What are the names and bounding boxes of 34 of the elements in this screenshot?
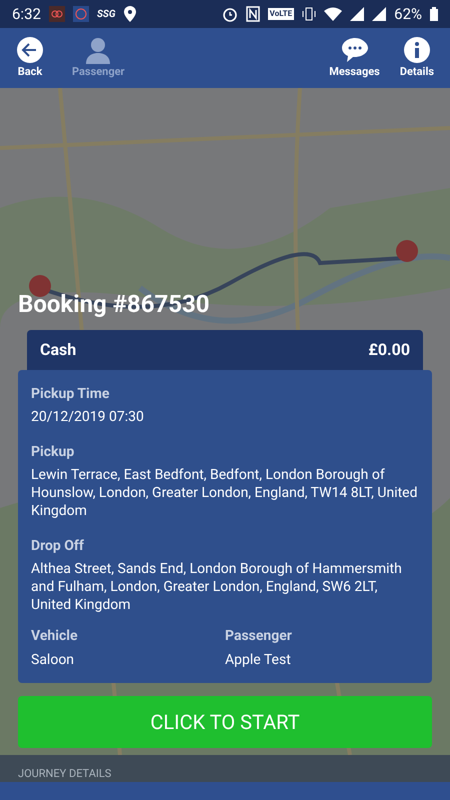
toolbar-button[interactable]: Details <box>396 36 438 80</box>
field-value: Apple Test <box>225 651 292 670</box>
alarm-icon <box>222 6 238 22</box>
field-value: 20/12/2019 07:30 <box>31 408 145 426</box>
field-label: Passenger <box>225 627 293 646</box>
payment-method: Cash <box>40 339 76 361</box>
toolbar-button[interactable]: Messages <box>325 36 384 80</box>
booking-title: Booking #867530 <box>18 289 211 320</box>
battery-icon <box>430 7 438 21</box>
field-label: Vehicle <box>31 627 79 646</box>
chat-bubble-icon <box>340 36 368 64</box>
battery-percentage: 62% <box>394 4 422 25</box>
app-notification-icon <box>72 6 89 22</box>
info-icon <box>402 36 431 64</box>
vibrate-icon <box>302 6 316 22</box>
toolbar-button[interactable]: Back <box>12 36 48 80</box>
journey-details-tab[interactable]: JOURNEY DETAILS <box>18 766 112 782</box>
clock-time: 6:32 <box>12 4 41 25</box>
volte-badge: VoLTE <box>268 8 294 20</box>
signal-icon <box>372 7 386 21</box>
nfc-icon <box>246 6 260 22</box>
field-label: Pickup Time <box>31 385 110 404</box>
fare-amount: £0.00 <box>368 339 410 361</box>
person-icon <box>84 36 112 64</box>
field-value: Lewin Terrace, East Bedfont, Bedfont, London Borough of Hounslow, London, Greater London, England, TW14 8LT, United Kingdom <box>31 466 419 520</box>
field-value: Saloon <box>31 651 76 670</box>
field-value: Althea Street, Sands End, London Borough of Hammersmith and Fulham, London, Greater London, England, SW6 2LT, United Kingdom <box>31 560 403 614</box>
app-notification-icon <box>48 6 65 22</box>
app-logo: SSG <box>96 8 116 22</box>
field-label: Drop Off <box>31 537 85 556</box>
field-label: Pickup <box>31 443 76 462</box>
wifi-icon <box>324 7 342 21</box>
location-pin-icon <box>124 6 136 22</box>
signal-icon <box>350 7 364 21</box>
